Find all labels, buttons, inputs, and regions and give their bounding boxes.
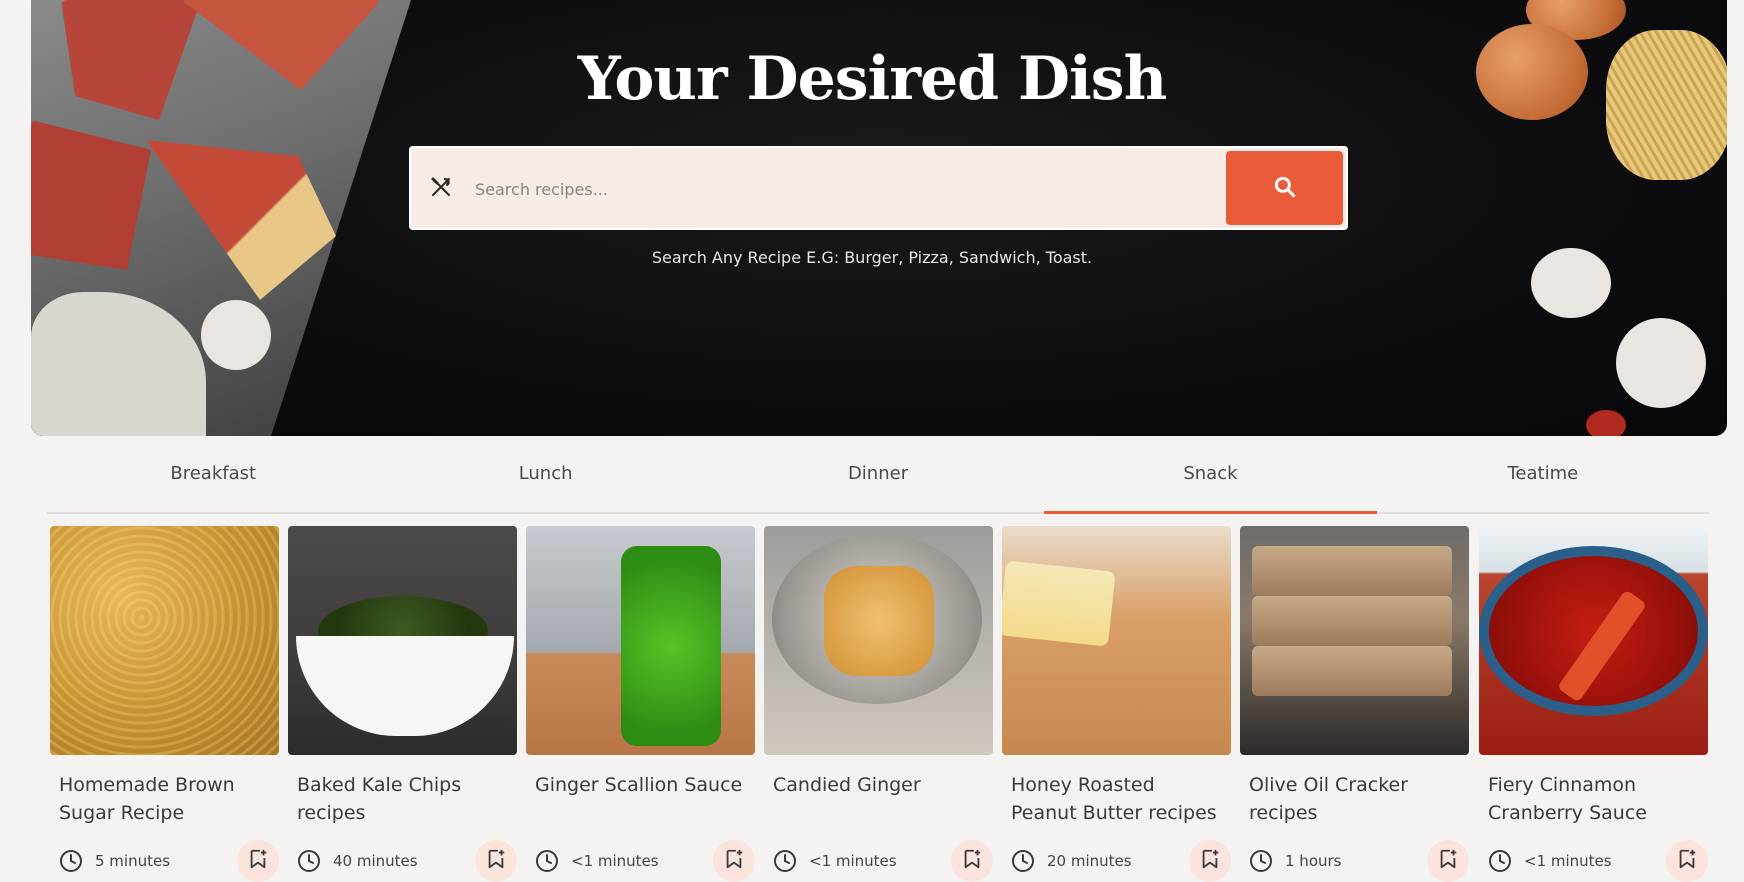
- recipe-title[interactable]: Olive Oil Cracker recipes: [1249, 771, 1460, 829]
- cracker-image: [1252, 596, 1452, 646]
- recipe-title[interactable]: Fiery Cinnamon Cranberry Sauce: [1488, 771, 1699, 829]
- recipe-image[interactable]: [288, 526, 517, 755]
- bookmark-button[interactable]: [237, 840, 279, 882]
- cook-time: 1 hours: [1285, 852, 1342, 870]
- tab-dinner[interactable]: Dinner: [712, 450, 1044, 512]
- recipe-card[interactable]: Honey Roasted Peanut Butter recipes 20 m…: [1002, 526, 1231, 882]
- recipe-meta: 40 minutes: [297, 840, 517, 882]
- tab-teatime[interactable]: Teatime: [1377, 450, 1709, 512]
- recipe-title[interactable]: Candied Ginger: [773, 771, 984, 829]
- recipe-card[interactable]: Baked Kale Chips recipes 40 minutes: [288, 526, 517, 882]
- recipe-card[interactable]: Olive Oil Cracker recipes 1 hours: [1240, 526, 1469, 882]
- hero-title: Your Desired Dish: [577, 44, 1167, 114]
- recipe-meta: 20 minutes: [1011, 840, 1231, 882]
- search-icon: [1272, 174, 1298, 203]
- mushroom-image: [201, 300, 271, 370]
- tab-lunch[interactable]: Lunch: [379, 450, 711, 512]
- search-bar: [409, 146, 1348, 230]
- clock-icon: [1249, 849, 1273, 873]
- cracker-image: [1252, 546, 1452, 596]
- cook-time: <1 minutes: [1524, 852, 1612, 870]
- bookmark-add-icon: [1437, 848, 1459, 874]
- recipe-meta: <1 minutes: [773, 840, 993, 882]
- cook-time: 5 minutes: [95, 852, 171, 870]
- bookmark-add-icon: [1676, 848, 1698, 874]
- bookmark-add-icon: [247, 848, 269, 874]
- tab-breakfast[interactable]: Breakfast: [47, 450, 379, 512]
- category-tabs: Breakfast Lunch Dinner Snack Teatime: [47, 450, 1709, 514]
- recipe-meta: 5 minutes: [59, 840, 279, 882]
- jar-image: [621, 546, 721, 746]
- bookmark-add-icon: [961, 848, 983, 874]
- bookmark-button[interactable]: [1666, 840, 1708, 882]
- recipe-meta: <1 minutes: [535, 840, 755, 882]
- recipe-title[interactable]: Ginger Scallion Sauce: [535, 771, 746, 829]
- bookmark-button[interactable]: [951, 840, 993, 882]
- bookmark-add-icon: [723, 848, 745, 874]
- recipe-title[interactable]: Honey Roasted Peanut Butter recipes: [1011, 771, 1222, 829]
- clock-icon: [535, 849, 559, 873]
- apple-slice-image: [1002, 560, 1116, 647]
- bowl-image: [296, 636, 514, 736]
- bookmark-button[interactable]: [475, 840, 517, 882]
- recipe-title[interactable]: Baked Kale Chips recipes: [297, 771, 508, 829]
- recipe-title[interactable]: Homemade Brown Sugar Recipe: [59, 771, 270, 829]
- clock-icon: [297, 849, 321, 873]
- search-input[interactable]: [473, 170, 1217, 208]
- clock-icon: [773, 849, 797, 873]
- bookmark-button[interactable]: [713, 840, 755, 882]
- search-hint: Search Any Recipe E.G: Burger, Pizza, Sa…: [651, 248, 1093, 267]
- cracker-image: [1252, 646, 1452, 696]
- ginger-pieces-image: [824, 566, 934, 676]
- bookmark-button[interactable]: [1427, 840, 1469, 882]
- recipe-image[interactable]: [1002, 526, 1231, 755]
- recipe-image[interactable]: [526, 526, 755, 755]
- bookmark-add-icon: [485, 848, 507, 874]
- clock-icon: [1488, 849, 1512, 873]
- recipe-meta: 1 hours: [1249, 840, 1469, 882]
- clock-icon: [1011, 849, 1035, 873]
- clock-icon: [59, 849, 83, 873]
- cook-time: 40 minutes: [333, 852, 418, 870]
- cook-time: 20 minutes: [1047, 852, 1132, 870]
- recipe-card[interactable]: Homemade Brown Sugar Recipe 5 minutes: [50, 526, 279, 882]
- bowl-image: [1479, 546, 1708, 716]
- recipe-card[interactable]: Candied Ginger <1 minutes: [764, 526, 993, 882]
- recipe-card[interactable]: Fiery Cinnamon Cranberry Sauce <1 minute…: [1479, 526, 1708, 882]
- recipe-image[interactable]: [764, 526, 993, 755]
- search-button[interactable]: [1226, 151, 1343, 225]
- recipe-card[interactable]: Ginger Scallion Sauce <1 minutes: [526, 526, 755, 882]
- cook-time: <1 minutes: [571, 852, 659, 870]
- recipe-grid: Homemade Brown Sugar Recipe 5 minutes Ba…: [50, 526, 1710, 882]
- recipe-meta: <1 minutes: [1488, 840, 1708, 882]
- tomato-image: [1586, 410, 1626, 436]
- recipe-image[interactable]: [1479, 526, 1708, 755]
- recipe-image[interactable]: [1240, 526, 1469, 755]
- bookmark-add-icon: [1199, 848, 1221, 874]
- cook-time: <1 minutes: [809, 852, 897, 870]
- mushroom-image: [1616, 318, 1706, 408]
- utensils-icon: [429, 176, 453, 200]
- recipe-image[interactable]: [50, 526, 279, 755]
- tab-snack[interactable]: Snack: [1044, 450, 1378, 514]
- bookmark-button[interactable]: [1189, 840, 1231, 882]
